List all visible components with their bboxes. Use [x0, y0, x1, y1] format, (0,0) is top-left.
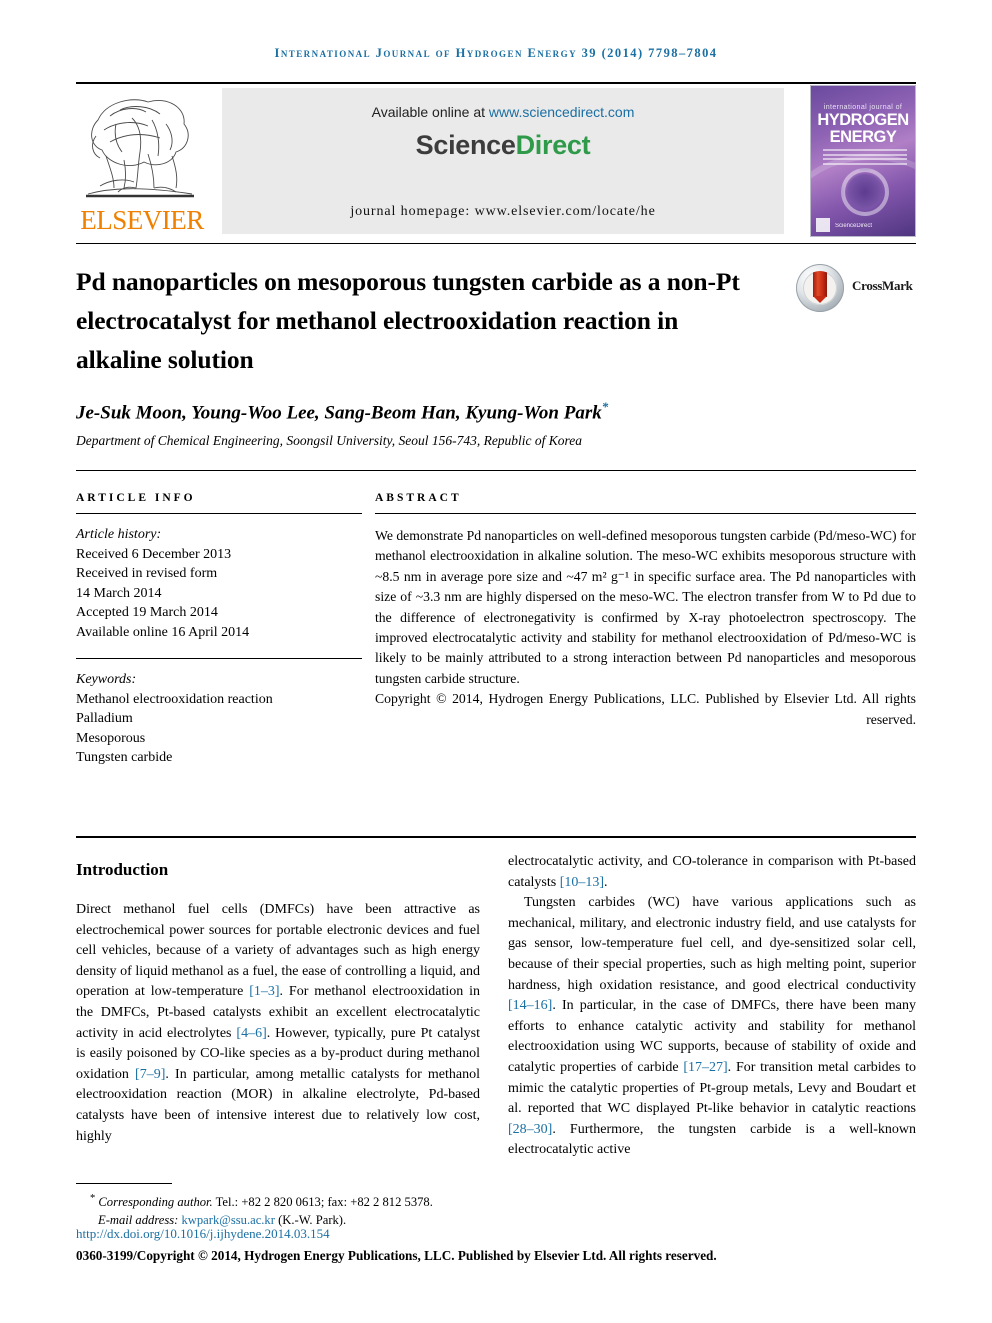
inline-reference-link[interactable]: [4–6] [236, 1026, 266, 1041]
history-item: 14 March 2014 [76, 585, 162, 601]
crossmark-label: CrossMark [852, 278, 913, 293]
sciencedirect-wordmark: ScienceDirect [222, 130, 784, 161]
article-info-heading: ARTICLE INFO [76, 492, 196, 504]
inline-reference-link[interactable]: [7–9] [135, 1067, 165, 1082]
elsevier-wordmark: ELSEVIER [80, 205, 204, 235]
crossmark-ribbon-shape [813, 271, 827, 303]
cover-journal-line: international journal of [823, 104, 903, 111]
inline-reference-link[interactable]: [28–30] [508, 1122, 552, 1137]
inline-reference-link[interactable]: [14–16] [508, 998, 552, 1013]
intro-paragraph-left: Direct methanol fuel cells (DMFCs) have … [76, 902, 481, 1144]
author-list: Je-Suk Moon, Young-Woo Lee, Sang-Beom Ha… [76, 399, 916, 424]
crossmark-icon [796, 264, 844, 312]
history-item: Received in revised form [76, 566, 218, 581]
crossmark-icon-inner [803, 271, 837, 305]
article-title: Pd nanoparticles on mesoporous tungsten … [76, 267, 740, 374]
footnote-block: * Corresponding author. Tel.: +82 2 820 … [76, 1190, 916, 1229]
body-column-left: Introduction Direct methanol fuel cells … [76, 852, 480, 1147]
author-names: Je-Suk Moon, Young-Woo Lee, Sang-Beom Ha… [76, 402, 602, 424]
crossmark-badge[interactable]: CrossMark [796, 264, 916, 316]
affiliation: Department of Chemical Engineering, Soon… [76, 433, 583, 448]
elsevier-logo: ELSEVIER [76, 88, 208, 236]
keywords-rule [76, 658, 362, 659]
keyword-item: Tungsten carbide [76, 750, 173, 765]
article-info-rule [76, 513, 362, 514]
inline-reference-link[interactable]: [10–13] [560, 875, 604, 890]
section-heading-introduction: Introduction [76, 860, 169, 879]
keyword-item: Methanol electrooxidation reaction [76, 691, 273, 707]
sciencedirect-banner: Available online at www.sciencedirect.co… [222, 88, 784, 234]
keyword-item: Mesoporous [76, 730, 146, 746]
abstract-body: We demonstrate Pd nanoparticles on well-… [375, 528, 916, 686]
issn-copyright-line: 0360-3199/Copyright © 2014, Hydrogen Ene… [76, 1248, 717, 1263]
article-info-column: ARTICLE INFO Article history: Received 6… [76, 492, 362, 768]
body-column-right: electrocatalytic activity, and CO-tolera… [508, 852, 916, 1161]
cover-editor-lines [823, 149, 907, 167]
inline-reference-link[interactable]: [1–3] [249, 984, 279, 999]
available-online-prefix: Available online at [371, 104, 489, 120]
sciencedirect-url-link[interactable]: www.sciencedirect.com [489, 104, 635, 120]
cover-elsevier-mark [816, 218, 830, 232]
corresponding-author-marker: * [601, 399, 609, 414]
top-rule [76, 82, 916, 84]
masthead: ELSEVIER Available online at www.science… [76, 85, 916, 237]
elsevier-tree-icon [86, 99, 194, 198]
article-history-block: Article history: Received 6 December 201… [76, 525, 362, 642]
keywords-label: Keywords: [76, 672, 137, 687]
email-owner: (K.-W. Park). [274, 1212, 347, 1227]
abstract-bottom-rule [76, 836, 916, 838]
keywords-block: Keywords: Methanol electrooxidation reac… [76, 670, 362, 768]
available-online-text: Available online at www.sciencedirect.co… [222, 104, 784, 120]
authors-bottom-rule [76, 470, 916, 471]
abstract-rule [375, 513, 916, 514]
abstract-copyright: Copyright © 2014, Hydrogen Energy Public… [375, 691, 916, 727]
masthead-bottom-rule [76, 243, 916, 244]
history-item: Accepted 19 March 2014 [76, 605, 218, 620]
cover-title-hydrogen: HYDROGEN [817, 111, 909, 129]
sciencedirect-word-direct: Direct [515, 130, 591, 160]
abstract-heading: ABSTRACT [375, 492, 462, 504]
intro-paragraph-right-continued: electrocatalytic activity, and CO-tolera… [508, 854, 916, 890]
corresponding-author-line: * Corresponding author. Tel.: +82 2 820 … [76, 1190, 916, 1212]
cover-title-energy: ENERGY [829, 128, 897, 146]
email-label: E-mail address: [98, 1212, 182, 1227]
sciencedirect-word-science: Science [415, 130, 516, 160]
email-link[interactable]: kwpark@ssu.ac.kr [181, 1213, 274, 1227]
journal-cover-thumbnail: international journal of HYDROGEN ENERGY… [810, 85, 916, 237]
cover-sciencedirect-label: ScienceDirect [835, 223, 873, 230]
tungsten-carbide-paragraph: Tungsten carbides (WC) have various appl… [508, 895, 916, 1158]
inline-reference-link[interactable]: [17–27] [683, 1060, 727, 1075]
doi-link[interactable]: http://dx.doi.org/10.1016/j.ijhydene.201… [76, 1226, 330, 1242]
journal-article-page: International Journal of Hydrogen Energy… [0, 0, 992, 1323]
corresponding-author-contact: Tel.: +82 2 820 0613; fax: +82 2 812 537… [212, 1195, 433, 1210]
journal-homepage-text[interactable]: journal homepage: www.elsevier.com/locat… [222, 204, 784, 220]
footnote-marker: * [90, 1193, 96, 1204]
history-item: Received 6 December 2013 [76, 546, 232, 562]
article-history-label: Article history: [76, 527, 162, 542]
keyword-item: Palladium [76, 711, 133, 726]
corresponding-author-label: Corresponding author. [98, 1195, 213, 1210]
history-item: Available online 16 April 2014 [76, 624, 250, 640]
running-head: International Journal of Hydrogen Energy… [274, 46, 718, 60]
abstract-column: ABSTRACT We demonstrate Pd nanoparticles… [375, 492, 916, 730]
footnote-rule [76, 1183, 172, 1184]
cover-ring-decoration [841, 168, 889, 216]
